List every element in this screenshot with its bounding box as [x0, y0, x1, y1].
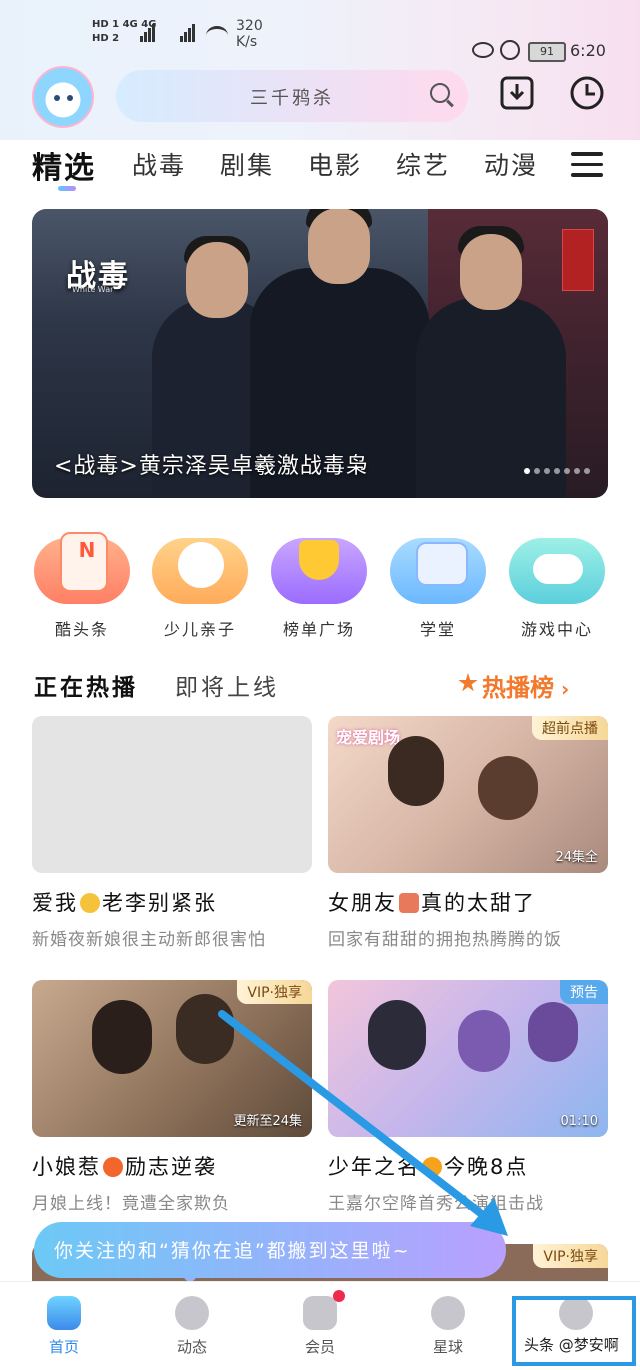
- nav-vip[interactable]: 会员: [256, 1282, 384, 1357]
- gamepad-icon: [533, 554, 583, 584]
- video-card[interactable]: VIP·独享 更新至24集 小娘惹 励志逆袭 月娘上线！竟遭全家欺负: [32, 980, 312, 1214]
- notification-dot: [333, 1290, 345, 1302]
- search-placeholder: 三千鸦杀: [250, 88, 334, 109]
- follow-toast[interactable]: 你关注的和“猜你在追”都搬到这里啦~: [34, 1222, 506, 1278]
- banner-pagination: [520, 459, 590, 478]
- entry-games[interactable]: 游戏中心: [507, 538, 607, 640]
- tab-variety[interactable]: 综艺: [396, 146, 450, 182]
- video-thumbnail[interactable]: 宠爱剧场 超前点播 24集全: [328, 716, 608, 873]
- entry-rankings[interactable]: 榜单广场: [269, 538, 369, 640]
- entry-classroom[interactable]: 学堂: [388, 538, 488, 640]
- video-card[interactable]: 预告 01:10 少年之名 今晚8点 王嘉尔空降首秀公演狙击战: [328, 980, 608, 1214]
- tab-anime[interactable]: 动漫: [484, 146, 538, 182]
- tab-white-war[interactable]: 战毒: [132, 146, 186, 182]
- next-card-tag: VIP·独享: [533, 1244, 608, 1268]
- hero-banner[interactable]: 战毒 White War <战毒>黄宗泽吴卓羲激战毒枭: [32, 209, 608, 498]
- nav-planet[interactable]: 星球: [384, 1282, 512, 1357]
- active-tab-indicator: [58, 186, 76, 191]
- video-thumbnail[interactable]: VIP·独享 更新至24集: [32, 980, 312, 1137]
- star-icon: [458, 673, 478, 692]
- entry-kids[interactable]: 少儿亲子: [150, 538, 250, 640]
- wifi-icon: [206, 26, 228, 45]
- nav-home[interactable]: 首页: [0, 1282, 128, 1357]
- tab-series[interactable]: 剧集: [220, 146, 274, 182]
- clock: 6:20: [570, 41, 606, 60]
- search-icon[interactable]: [430, 83, 450, 103]
- video-card[interactable]: 爱我 老李别紧张 新婚夜新娘很主动新郎很害怕: [32, 716, 312, 950]
- news-icon: N: [60, 532, 108, 592]
- tab-featured[interactable]: 精选: [32, 143, 96, 187]
- download-icon[interactable]: [500, 76, 534, 110]
- trophy-icon: [299, 540, 339, 580]
- planet-icon: [431, 1296, 465, 1330]
- annotation-highlight-box: [512, 1296, 636, 1366]
- status-bar: HD 1 4G 4G HD 2 320 K/s 91 6:20: [0, 14, 640, 62]
- channel-tabs: 精选 战毒 剧集 电影 综艺 动漫: [32, 146, 612, 190]
- entry-news[interactable]: N 酷头条: [32, 532, 132, 640]
- video-thumbnail[interactable]: 预告 01:10: [328, 980, 608, 1137]
- signal-icon-2: [180, 24, 196, 42]
- banner-neon-sign: [562, 229, 594, 291]
- home-icon: [47, 1296, 81, 1330]
- menu-icon[interactable]: [571, 152, 603, 180]
- alarm-icon: [500, 40, 520, 60]
- nerd-emoji-icon: [80, 893, 100, 913]
- banner-subtitle: White War: [72, 285, 114, 294]
- signal-icon: [140, 24, 156, 42]
- eye-icon: [472, 42, 494, 58]
- pinwheel-icon: [175, 1296, 209, 1330]
- bunny-icon: [178, 542, 224, 588]
- cake-emoji-icon: [399, 893, 419, 913]
- search-bar[interactable]: 三千鸦杀: [116, 70, 468, 122]
- video-thumbnail[interactable]: [32, 716, 312, 873]
- fire-emoji-icon: [103, 1157, 123, 1177]
- classroom-icon: [416, 542, 468, 586]
- hot-rank-link[interactable]: 热播榜 ›: [482, 668, 569, 703]
- heart-icon: [303, 1290, 345, 1330]
- tab-coming-soon[interactable]: 即将上线: [175, 668, 279, 702]
- network-speed: 320 K/s: [236, 18, 263, 50]
- nav-feed[interactable]: 动态: [128, 1282, 256, 1357]
- banner-caption: <战毒>黄宗泽吴卓羲激战毒枭: [54, 454, 369, 479]
- history-icon[interactable]: [570, 76, 604, 110]
- app-logo[interactable]: [32, 66, 94, 128]
- sparkle-emoji-icon: [422, 1157, 442, 1177]
- tab-now-playing[interactable]: 正在热播: [34, 668, 138, 702]
- battery-indicator: 91: [528, 42, 566, 62]
- watermark: 头条 @梦安啊: [524, 1336, 619, 1354]
- video-card[interactable]: 宠爱剧场 超前点播 24集全 女朋友 真的太甜了 回家有甜甜的拥抱热腾腾的饭: [328, 716, 608, 950]
- tab-movies[interactable]: 电影: [308, 146, 362, 182]
